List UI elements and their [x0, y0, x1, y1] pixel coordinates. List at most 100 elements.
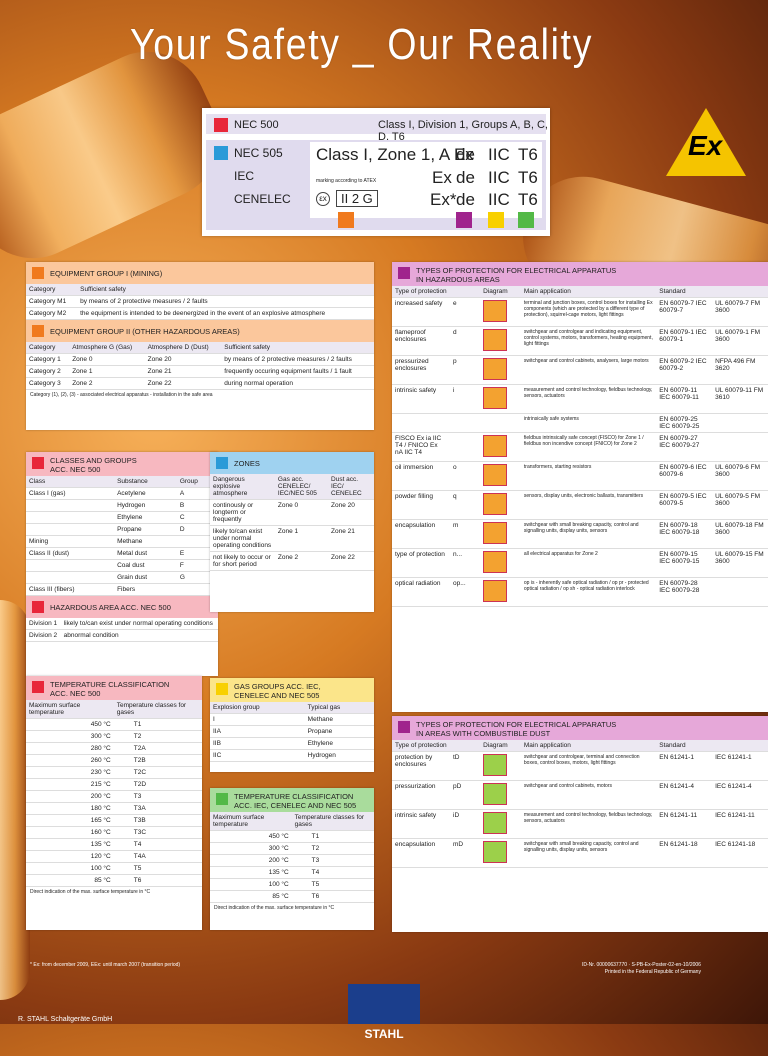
cell: 450 °C [210, 830, 292, 843]
blue-square [216, 457, 228, 469]
cell: T1 [291, 830, 374, 843]
purple-square [456, 212, 472, 228]
heading-text: TEMPERATURE CLASSIFICATION ACC. IEC, CENE… [234, 792, 356, 810]
cell: EN 60079-1 IEC 60079-1 [656, 326, 713, 356]
col-header: Category [26, 342, 70, 354]
cell: EN 60079-18 IEC 60079-18 [656, 519, 713, 549]
table-row: oil immersion o transformers, starting res… [392, 461, 768, 491]
col-header: Standard [656, 286, 713, 298]
heading-text: EQUIPMENT GROUP I (MINING) [50, 269, 163, 278]
cell: 230 °C [26, 766, 114, 779]
table-row: 200 °C T3 [26, 790, 202, 803]
cell: Grain dust [114, 571, 177, 584]
cell [712, 432, 768, 462]
cell: Zone 20 [144, 353, 222, 366]
cell [712, 413, 768, 433]
cell: Category 3 [26, 377, 70, 390]
protection-diagram-icon [483, 754, 508, 776]
orange-square [32, 267, 44, 279]
cell: transformers, starting resistors [520, 461, 657, 491]
cell: T6 [113, 874, 202, 887]
stahl-logo-text: STAHL [364, 1027, 404, 1041]
iec-label: IEC [234, 169, 255, 183]
cell: Zone 0 [69, 353, 145, 366]
cell: Zone 20 [328, 499, 374, 526]
cell: T6 [291, 890, 374, 903]
cell: abnormal condition [60, 629, 218, 642]
cell: intrinsic safety [392, 384, 450, 414]
table-row: continously or longterm or frequently Zon… [210, 499, 374, 526]
cell: measurement and control technology, fiel… [520, 384, 657, 414]
cell: EN 60079-25 IEC 60079-25 [656, 413, 713, 433]
cell: Category M2 [26, 307, 78, 320]
cell: e [450, 297, 481, 327]
table-row: intrinsic safety iD measurement and contro… [392, 809, 768, 839]
cell: switchgear and control cabinets, analyse… [520, 355, 657, 385]
print-note: Printed in the Federal Republic of Germa… [604, 969, 701, 975]
cell: likely to/can exist under normal operati… [60, 618, 218, 630]
heading-text: TYPES OF PROTECTION FOR ELECTRICAL APPAR… [416, 266, 616, 284]
yellow-square [488, 212, 504, 228]
protection-diagram-icon [483, 329, 508, 351]
cell: UL 60079-7 FM 3600 [712, 297, 768, 327]
cell: T4A [113, 850, 202, 863]
diagram-cell [480, 297, 521, 327]
green-square [518, 212, 534, 228]
cell: T3 [113, 790, 202, 803]
cell: EN 60079-28 IEC 60079-28 [656, 577, 713, 607]
footnote-right: ID-Nr. 00000637770 · S-PB-Ex-Poster-02-e… [582, 962, 701, 976]
cell: Class II (dust) [26, 547, 115, 560]
heading-line: ACC. NEC 500 [50, 465, 101, 474]
table-row: Class I (gas) Acetylene A [26, 487, 218, 500]
diagram-cell [480, 326, 521, 356]
cell: 200 °C [210, 854, 292, 867]
col-header: Category [26, 284, 78, 296]
cell: T2A [113, 742, 202, 755]
cell: EN 60079-5 IEC 60079-5 [656, 490, 713, 520]
table-row: Category 2 Zone 1 Zone 21 frequently occuri… [26, 365, 374, 378]
gas-groups-heading: GAS GROUPS ACC. IEC, CENELEC AND NEC 505 [210, 678, 374, 702]
cell: 280 °C [26, 742, 114, 755]
hazardous-heading: HAZARDOUS AREA ACC. NEC 500 [26, 596, 218, 618]
col-header: Standard [656, 740, 713, 752]
col-header: Atmosphere G (Gas) [69, 342, 145, 354]
nec505-text: Class I, Zone 1, A Ex [316, 145, 474, 164]
table-row: intrinsically safe systems EN 60079-25 IE… [392, 413, 768, 433]
de-label-3: de [456, 190, 475, 209]
cell [26, 499, 115, 512]
cell: by means of 2 protective measures / 2 fa… [77, 295, 374, 308]
cell: I [210, 713, 305, 726]
table-row: encapsulation m switchgear with small brea… [392, 519, 768, 549]
cell [26, 559, 115, 572]
cell: EN 60079-11 IEC 60079-11 [656, 384, 713, 414]
cell [26, 571, 115, 584]
table-row: 215 °C T2D [26, 778, 202, 791]
cell: EN 61241-11 [656, 809, 713, 839]
temp-nec-panel: TEMPERATURE CLASSIFICATION ACC. NEC 500 M… [26, 676, 202, 930]
heading-text: ZONES [234, 459, 260, 468]
cell: 100 °C [210, 878, 292, 891]
table-row: 280 °C T2A [26, 742, 202, 755]
cell: IEC 61241-4 [712, 780, 768, 810]
cell: increased safety [392, 297, 450, 327]
col-header: Type of protection [392, 286, 450, 298]
col-header [712, 740, 768, 752]
heading-line: IN AREAS WITH COMBUSTIBLE DUST [416, 729, 551, 738]
ex-label: Ex [432, 168, 452, 187]
cell [26, 523, 115, 536]
cell: intrinsic safety [392, 809, 450, 839]
de-label-2: de [456, 168, 475, 187]
col-header: Substance [114, 476, 177, 488]
heading-text: TEMPERATURE CLASSIFICATION ACC. NEC 500 [50, 680, 169, 698]
heading-line: IN HAZARDOUS AREAS [416, 275, 500, 284]
page-title: Your Safety _ Our Reality [130, 20, 594, 69]
purple-square [398, 267, 410, 279]
cell: 100 °C [26, 862, 114, 875]
cell: 450 °C [26, 718, 114, 731]
cell: EN 61241-4 [656, 780, 713, 810]
cell: T3A [113, 802, 202, 815]
cell: T2 [113, 730, 202, 743]
diagram-cell [480, 577, 521, 607]
table-row: Hydrogen B [26, 499, 218, 512]
diagram-cell [480, 780, 521, 810]
